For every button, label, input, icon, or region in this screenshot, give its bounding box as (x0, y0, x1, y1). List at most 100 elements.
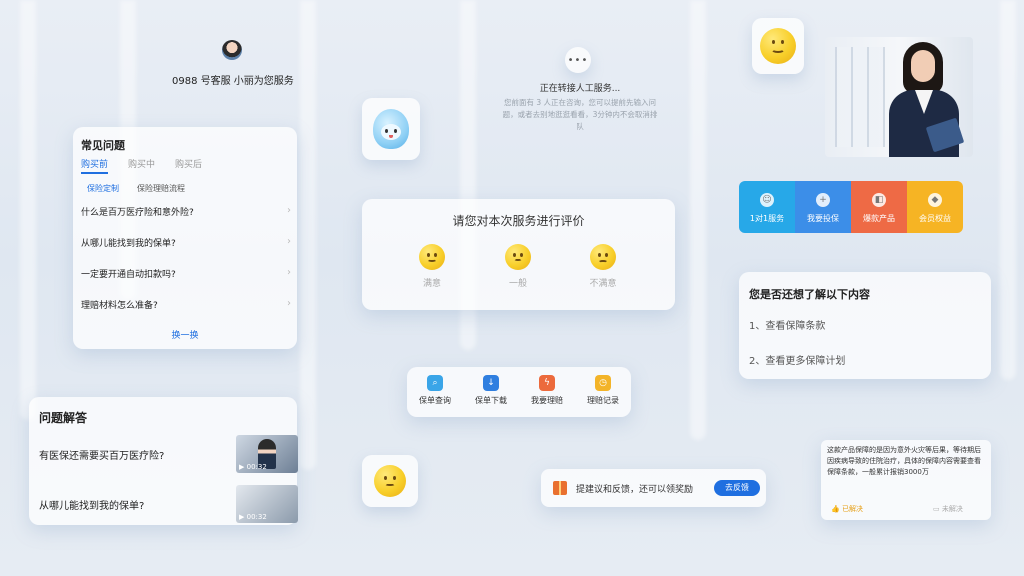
service-label: 理赔记录 (587, 396, 619, 405)
faq-question[interactable]: 理赔材料怎么准备? › (81, 298, 291, 329)
bg-streak (300, 0, 316, 470)
feedback-text: 提建议和反馈，还可以领奖励 (576, 485, 694, 495)
video-duration-text: 00:32 (246, 463, 267, 471)
faq-question[interactable]: 什么是百万医疗险和意外险? › (81, 205, 291, 236)
neutral-emoji-icon (374, 465, 406, 497)
bg-streak (690, 0, 706, 440)
answer-text: 这款产品保障的是因为意外火灾等后果，等待期后因疾病导致的住院治疗，具体的保障内容… (827, 446, 981, 476)
tab-after-purchase[interactable]: 购买后 (175, 157, 202, 174)
unsolved-button[interactable]: ▭ 未解决 (933, 504, 963, 514)
video-thumbnail[interactable]: ▶ 00:32 (236, 435, 298, 473)
typing-dots-icon: ••• (565, 47, 591, 73)
feedback-button[interactable]: 去反馈 (714, 480, 760, 496)
agent-figure (885, 42, 965, 157)
quick-label: 我要投保 (807, 214, 839, 223)
rating-label: 满意 (422, 279, 441, 289)
service-label: 保单查询 (419, 396, 451, 405)
thumbs-up-icon: 👍 (831, 505, 840, 513)
rating-card: 请您对本次服务进行评价 满意 一般 不满意 (362, 199, 675, 310)
quick-actions: ☺ 1对1服务 + 我要投保 ◧ 爆款产品 ◆ 会员权益 (739, 181, 963, 233)
emoji-tile (362, 455, 418, 507)
faq-refresh-link[interactable]: 换一换 (73, 328, 297, 341)
solved-button[interactable]: 👍 已解决 (831, 504, 863, 514)
quick-one-on-one[interactable]: ☺ 1对1服务 (739, 181, 795, 233)
service-policy-query[interactable]: ⌕ 保单查询 (407, 375, 463, 406)
policy-services-bar: ⌕ 保单查询 ↓ 保单下载 ϟ 我要理赔 ◷ 理赔记录 (407, 367, 631, 417)
qa-item[interactable]: 从哪儿能找到我的保单? ▶ 00:32 (39, 485, 298, 525)
bg-streak (20, 0, 36, 420)
service-label: 保单下载 (475, 396, 507, 405)
feedback-bar: 提建议和反馈，还可以领奖励 去反馈 (541, 469, 766, 507)
video-thumbnail[interactable]: ▶ 00:32 (236, 485, 298, 523)
office-window (835, 47, 885, 147)
quick-label: 会员权益 (919, 214, 951, 223)
answer-bubble: 这款产品保障的是因为意外火灾等后果，等待期后因疾病导致的住院治疗，具体的保障内容… (821, 440, 991, 520)
quick-label: 1对1服务 (749, 214, 785, 223)
chevron-right-icon: › (287, 236, 291, 247)
rating-label: 一般 (508, 279, 527, 289)
water-drop-mascot-icon (373, 109, 409, 149)
chevron-right-icon: › (287, 205, 291, 216)
emoji-tile (752, 18, 804, 74)
service-file-claim[interactable]: ϟ 我要理赔 (519, 375, 575, 406)
mascot-eye (394, 129, 397, 133)
tab-during-purchase[interactable]: 购买中 (128, 157, 155, 174)
related-title: 您是否还想了解以下内容 (749, 288, 870, 301)
clock-icon: ◷ (595, 375, 611, 391)
subtab-claim-process[interactable]: 保险理赔流程 (137, 183, 185, 194)
rating-unsatisfied[interactable]: 不满意 (578, 244, 628, 289)
rating-title: 请您对本次服务进行评价 (452, 214, 585, 228)
service-policy-download[interactable]: ↓ 保单下载 (463, 375, 519, 406)
smile-emoji-icon (419, 244, 445, 270)
faq-question-text: 从哪儿能找到我的保单? (81, 239, 176, 249)
faq-question-text: 什么是百万医疗险和意外险? (81, 208, 194, 218)
qa-card: 问题解答 有医保还需要买百万医疗险? ▶ 00:32 从哪儿能找到我的保单? ▶… (29, 397, 298, 525)
qa-question: 从哪儿能找到我的保单? (39, 501, 145, 512)
service-claim-records[interactable]: ◷ 理赔记录 (575, 375, 631, 406)
agent-photo (825, 37, 973, 157)
qa-title: 问题解答 (39, 411, 88, 425)
quick-label: 爆款产品 (863, 214, 895, 223)
quick-hot-products[interactable]: ◧ 爆款产品 (851, 181, 907, 233)
faq-question-text: 理赔材料怎么准备? (81, 301, 158, 311)
app-canvas: 0988 号客服 小丽为您服务 常见问题 购买前 购买中 购买后 保险定制 保险… (0, 0, 1024, 576)
gift-icon (553, 481, 567, 495)
search-icon: ⌕ (427, 375, 443, 391)
agent-service-line: 0988 号客服 小丽为您服务 (172, 76, 294, 87)
unsolved-label: 未解决 (941, 505, 963, 513)
chevron-right-icon: › (287, 267, 291, 278)
sad-emoji-icon (590, 244, 616, 270)
faq-question[interactable]: 一定要开通自动扣款吗? › (81, 267, 291, 298)
related-item[interactable]: 1、查看保障条款 (749, 317, 825, 332)
shield-bolt-icon: ϟ (539, 375, 555, 391)
bg-streak (1000, 0, 1016, 380)
quick-member-benefits[interactable]: ◆ 会员权益 (907, 181, 963, 233)
chevron-right-icon: › (287, 298, 291, 309)
rating-satisfied[interactable]: 满意 (407, 244, 457, 289)
qa-item[interactable]: 有医保还需要买百万医疗险? ▶ 00:32 (39, 435, 298, 475)
transfer-title: 正在转接人工服务... (539, 84, 621, 94)
tab-before-purchase[interactable]: 购买前 (81, 157, 109, 174)
related-item[interactable]: 2、查看更多保障计划 (749, 352, 845, 367)
related-topics-card: 您是否还想了解以下内容 1、查看保障条款 2、查看更多保障计划 (739, 272, 991, 379)
shield-plus-icon: + (816, 193, 830, 207)
agent-avatar (222, 40, 242, 60)
play-icon: ▶ (239, 463, 247, 471)
subtab-insurance-custom[interactable]: 保险定制 (87, 183, 119, 194)
faq-tabs: 购买前 购买中 购买后 (81, 157, 202, 174)
smile-emoji-icon (760, 28, 796, 64)
faq-question[interactable]: 从哪儿能找到我的保单? › (81, 236, 291, 267)
rating-label: 不满意 (589, 279, 617, 289)
video-duration: ▶ 00:32 (239, 513, 267, 521)
video-duration-text: 00:32 (246, 513, 267, 521)
chat-icon: ▭ (933, 505, 940, 513)
video-duration: ▶ 00:32 (239, 463, 267, 471)
shopping-bag-icon: ◧ (872, 193, 886, 207)
solved-label: 已解决 (841, 505, 863, 513)
faq-subtabs: 保险定制 保险理赔流程 (87, 183, 185, 194)
quick-buy-insurance[interactable]: + 我要投保 (795, 181, 851, 233)
faq-card: 常见问题 购买前 购买中 购买后 保险定制 保险理赔流程 什么是百万医疗险和意外… (73, 127, 297, 349)
rating-neutral[interactable]: 一般 (493, 244, 543, 289)
play-icon: ▶ (239, 513, 247, 521)
faq-title: 常见问题 (81, 139, 125, 152)
